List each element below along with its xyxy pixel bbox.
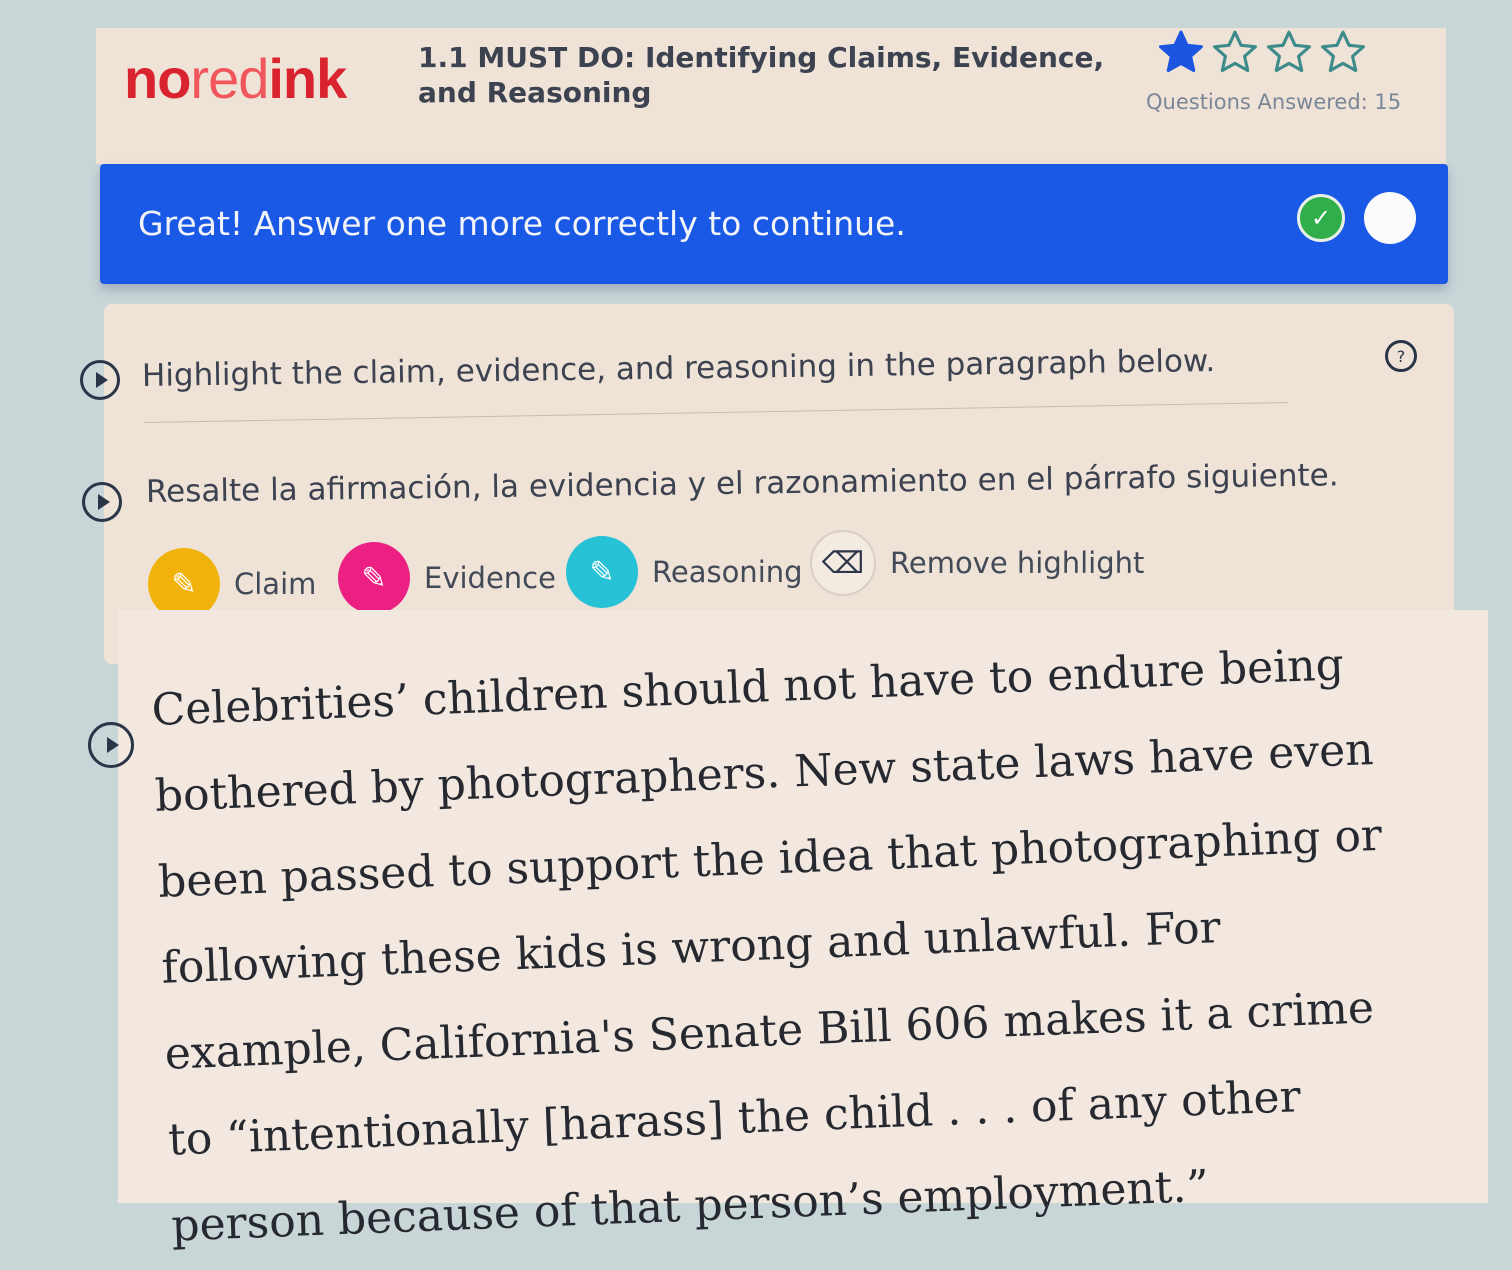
play-audio-icon[interactable] (80, 360, 120, 400)
help-icon[interactable]: ? (1385, 340, 1417, 372)
star-empty-icon (1213, 30, 1257, 73)
play-audio-icon[interactable] (82, 482, 122, 522)
check-icon: ✓ (1297, 194, 1345, 242)
eraser-icon: ⌫ (810, 530, 876, 596)
reasoning-label: Reasoning (652, 555, 803, 589)
noredink-logo[interactable]: noredink (124, 46, 347, 111)
highlighter-icon: ✎ (566, 536, 638, 608)
progress-dot-empty (1364, 192, 1416, 244)
assignment-title: 1.1 MUST DO: Identifying Claims, Evidenc… (418, 41, 1105, 109)
star-empty-icon (1267, 30, 1311, 73)
questions-answered: Questions Answered: 15 (1146, 90, 1402, 114)
star-filled-icon (1159, 30, 1203, 73)
header: noredink 1.1 MUST DO: Identifying Claims… (96, 28, 1446, 164)
play-audio-icon[interactable] (88, 722, 134, 768)
claim-label: Claim (234, 567, 317, 601)
remove-highlight-button[interactable]: ⌫ Remove highlight (810, 530, 1144, 596)
highlighter-icon: ✎ (338, 542, 410, 614)
star-rating (1156, 28, 1368, 78)
evidence-label: Evidence (424, 561, 556, 595)
passage-text[interactable]: Celebrities’ children should not have to… (150, 620, 1432, 1270)
banner-message: Great! Answer one more correctly to cont… (138, 204, 906, 243)
star-empty-icon (1321, 30, 1365, 73)
remove-highlight-label: Remove highlight (890, 546, 1145, 580)
progress-banner: Great! Answer one more correctly to cont… (100, 164, 1448, 284)
evidence-tool-button[interactable]: ✎ Evidence (338, 542, 556, 614)
reasoning-tool-button[interactable]: ✎ Reasoning (566, 536, 803, 608)
